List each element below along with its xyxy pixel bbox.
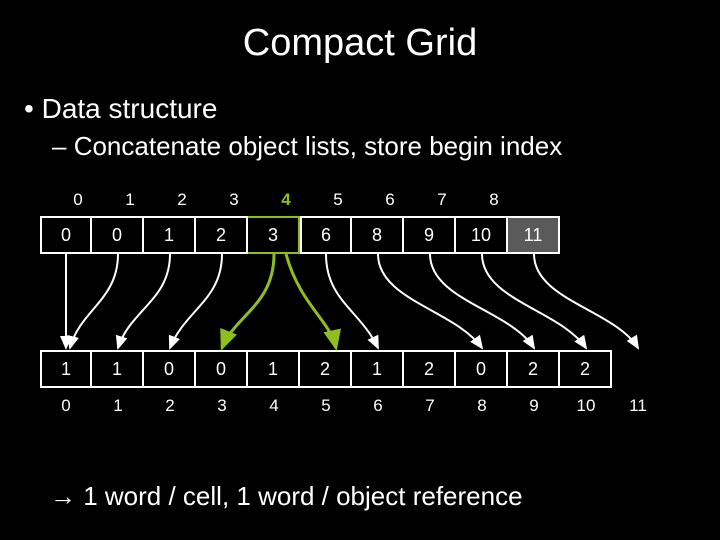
idx-label: 5 [312,190,364,210]
idx-label: 4 [248,396,300,416]
array-cell: 2 [508,350,560,388]
idx-label: 10 [560,396,612,416]
bullet-level-2: Concatenate object lists, store begin in… [24,131,720,162]
idx-label: 11 [612,396,664,416]
arrow [534,254,638,348]
array-cell: 9 [404,216,456,254]
object-reference-array: 1 1 0 0 1 2 1 2 0 2 2 [40,350,612,388]
idx-label: 0 [52,190,104,210]
idx-label: 3 [196,396,248,416]
bullet-level-1: Data structure [24,93,720,125]
array-cell: 2 [560,350,612,388]
idx-label-highlighted: 4 [260,190,312,210]
array-cell: 2 [404,350,456,388]
array-cell-sentinel: 11 [508,216,560,254]
array-cell: 1 [144,216,196,254]
idx-label: 0 [40,396,92,416]
idx-label: 1 [104,190,156,210]
idx-label: 5 [300,396,352,416]
array-cell: 1 [92,350,144,388]
idx-label: 7 [416,190,468,210]
array-cell: 0 [196,350,248,388]
arrow-highlighted [222,254,274,348]
array-cell: 1 [248,350,300,388]
array-cell: 0 [92,216,144,254]
array-cell: 8 [352,216,404,254]
array-cell: 2 [300,350,352,388]
conclusion-text: 1 word / cell, 1 word / object reference [76,481,523,511]
array-cell: 1 [352,350,404,388]
slide-title: Compact Grid [0,0,720,65]
idx-label: 8 [456,396,508,416]
bullet-list: Data structure Concatenate object lists,… [0,65,720,162]
compact-grid-diagram: 0 1 2 3 4 5 6 7 8 0 0 1 2 3 6 8 9 10 11 … [40,190,700,470]
arrow-highlighted [286,254,336,348]
begin-index-array: 0 0 1 2 3 6 8 9 10 11 [40,216,560,254]
array-cell: 0 [40,216,92,254]
idx-label: 1 [92,396,144,416]
array-cell: 2 [196,216,248,254]
idx-label: 2 [156,190,208,210]
array-cell-highlighted: 3 [248,216,300,254]
array-cell: 10 [456,216,508,254]
idx-label: 6 [364,190,416,210]
arrow [326,254,378,348]
top-index-labels: 0 1 2 3 4 5 6 7 8 [52,190,520,210]
array-cell: 6 [300,216,352,254]
idx-label: 6 [352,396,404,416]
idx-label: 8 [468,190,520,210]
arrow [70,254,118,348]
conclusion-line: → 1 word / cell, 1 word / object referen… [50,481,523,512]
arrow-right-icon: → [50,481,76,511]
array-cell: 1 [40,350,92,388]
array-cell: 0 [456,350,508,388]
arrow [118,254,170,348]
slide: Compact Grid Data structure Concatenate … [0,0,720,540]
arrow [482,254,586,348]
arrow [378,254,482,348]
idx-label: 7 [404,396,456,416]
arrow [430,254,534,348]
idx-label: 9 [508,396,560,416]
array-cell: 0 [144,350,196,388]
idx-label: 2 [144,396,196,416]
bottom-index-labels: 0 1 2 3 4 5 6 7 8 9 10 11 [40,396,664,416]
idx-label: 3 [208,190,260,210]
arrow [170,254,222,348]
